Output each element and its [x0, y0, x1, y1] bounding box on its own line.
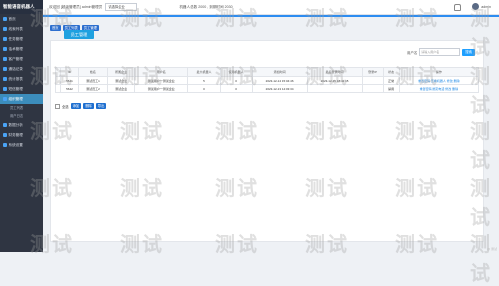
col-name: 姓名 [77, 67, 109, 77]
chart-icon [3, 77, 7, 81]
page-title: 员工管理 [64, 30, 94, 39]
accent-divider [43, 15, 499, 17]
phone-icon [3, 67, 7, 71]
cell-used-robots: 0 [219, 76, 253, 85]
top-bar: 欢迎回 [超级管理员] admin管理员 请选择企业 机器人总数 2000 , … [43, 0, 499, 15]
staff-table: ID 姓名 所属企业 用户名 最大机器人 使用机器人 添加时间 最后登录时间 登… [54, 67, 480, 93]
cell-username: 测试用户一测试企业 [133, 76, 189, 85]
table-row: 5642 测试员工2 测试企业 测试用户一测试企业 0 0 2023-12-13… [54, 84, 480, 93]
cell-enterprise: 测试企业 [107, 84, 135, 93]
export-button[interactable]: 导出 [95, 103, 107, 109]
cell-used-robots: 0 [219, 84, 253, 93]
task-icon [3, 37, 7, 41]
search-button[interactable]: 搜索 [462, 48, 475, 56]
col-enterprise: 所属企业 [107, 67, 135, 77]
script-icon [3, 47, 7, 51]
cell-actions[interactable]: 重置密码 查看机器人 修改 删除 [398, 76, 480, 85]
table-row: 5641 测试员工1 测试企业 测试用户一测试企业 5 0 2023-12-14… [54, 76, 480, 85]
table-header-row: ID 姓名 所属企业 用户名 最大机器人 使用机器人 添加时间 最后登录时间 登… [54, 67, 480, 77]
sidebar-item-finance[interactable]: 财务管理 [0, 130, 43, 140]
col-actions: 操作 [398, 67, 480, 77]
cell-max-robots: 0 [187, 84, 221, 93]
sidebar-item-reports[interactable]: 统计报表 [0, 74, 43, 84]
sidebar-item-scripts[interactable]: 话术管理 [0, 44, 43, 54]
col-created: 添加时间 [251, 67, 308, 77]
user-icon [3, 57, 7, 61]
col-max-robots: 最大机器人 [187, 67, 221, 77]
cell-created: 2023-12-14 15:04:46 [251, 76, 308, 85]
cell-login-ip [361, 76, 384, 85]
cell-created: 2023-12-13 14:03:34 [251, 84, 308, 93]
corner-mark: @ 测试 [487, 247, 497, 251]
sidebar-item-leads[interactable]: 线索列表 [0, 24, 43, 34]
cell-last-login [306, 84, 363, 93]
enterprise-select[interactable]: 请选择企业 [105, 3, 138, 11]
list-icon [3, 27, 7, 31]
cell-max-robots: 5 [187, 76, 221, 85]
select-all-label: 全选 [62, 104, 69, 109]
cell-status: 禁用 [382, 84, 400, 93]
col-used-robots: 使用机器人 [219, 67, 253, 77]
home-icon [3, 17, 7, 21]
sidebar-item-settings[interactable]: 系统设置 [0, 140, 43, 150]
sidebar-subitem-logs[interactable]: 用户日志 [0, 112, 43, 120]
col-status: 状态 [382, 67, 400, 77]
content-card: 员工管理 用户名 请输入用户名 搜索 ID 姓名 所属企业 用户名 最大机器人 … [50, 30, 484, 242]
cell-enterprise: 测试企业 [107, 76, 135, 85]
sidebar-item-calls[interactable]: 通话记录 [0, 64, 43, 74]
gear-icon [3, 143, 7, 147]
cell-name: 测试员工2 [77, 84, 109, 93]
search-input[interactable]: 请输入用户名 [419, 48, 461, 56]
username: admin [481, 4, 491, 9]
breadcrumb-item-home[interactable]: 首页 [50, 25, 61, 31]
wallet-icon [3, 133, 7, 137]
bulk-actions: 全选 添加 删除 导出 [55, 103, 107, 109]
sidebar-item-customers[interactable]: 客户管理 [0, 54, 43, 64]
cell-username: 测试用户一测试企业 [133, 84, 189, 93]
bell-icon[interactable] [454, 3, 461, 11]
sidebar-item-sms[interactable]: 短信管理 [0, 84, 43, 94]
cell-id: 5641 [60, 76, 79, 85]
analytics-icon [3, 123, 7, 127]
col-login-ip: 登录IP [361, 67, 384, 77]
sidebar-item-tasks[interactable]: 任务管理 [0, 34, 43, 44]
col-id: ID [60, 67, 79, 77]
cell-login-ip [361, 84, 384, 93]
sidebar-nav: 首页 线索列表 任务管理 话术管理 客户管理 通话记录 统计报表 短信管理 组织… [0, 14, 43, 150]
brand-title: 智能语音机器人 [0, 0, 43, 14]
sidebar-subitem-staff[interactable]: 员工列表 [0, 104, 43, 112]
cell-id: 5642 [60, 84, 79, 93]
col-username: 用户名 [133, 67, 189, 77]
org-icon [3, 97, 7, 101]
cell-actions[interactable]: 重置密码 绑定电话 修改 删除 [398, 84, 480, 93]
select-all-checkbox[interactable] [55, 103, 60, 109]
cell-last-login: 2023-12-15 18:42:15 [306, 76, 363, 85]
cell-status: 正常 [382, 76, 400, 85]
search-label: 用户名 [407, 50, 418, 55]
delete-button[interactable]: 删除 [83, 103, 94, 109]
avatar [472, 3, 480, 10]
sidebar-item-analytics[interactable]: 数据分析 [0, 120, 43, 130]
sidebar: 智能语音机器人 首页 线索列表 任务管理 话术管理 客户管理 通话记录 统计报表… [0, 0, 43, 252]
robot-summary: 机器人总数 2000 , 到期时间 2030 [179, 4, 233, 9]
welcome-text: 欢迎回 [超级管理员] admin管理员 [49, 4, 103, 9]
sidebar-item-org[interactable]: 组织管理 [0, 94, 43, 104]
message-icon [3, 87, 7, 91]
user-menu[interactable]: admin [472, 3, 491, 10]
cell-name: 测试员工1 [77, 76, 109, 85]
search-bar: 用户名 请输入用户名 搜索 [407, 48, 475, 56]
add-button[interactable]: 添加 [70, 103, 82, 109]
sidebar-item-home[interactable]: 首页 [0, 14, 43, 24]
col-last-login: 最后登录时间 [306, 67, 363, 77]
